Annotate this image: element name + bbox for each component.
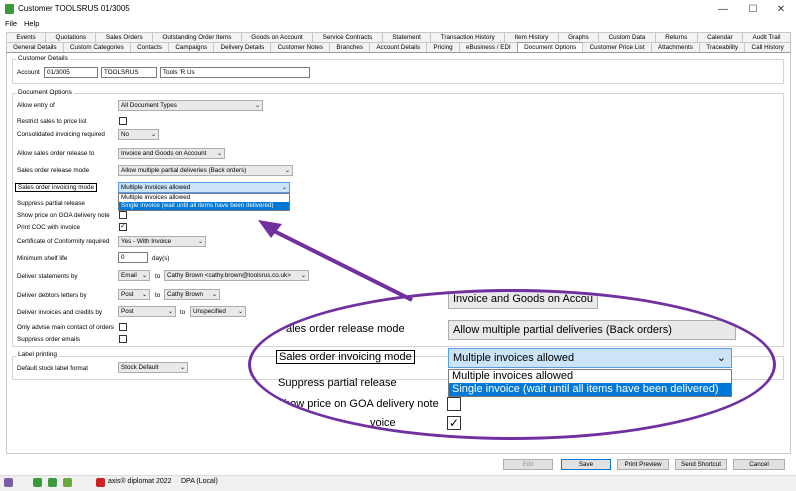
zoom-ring (248, 289, 776, 440)
zoom-callout: Invoice and Goods on Accou ales order re… (248, 289, 776, 440)
